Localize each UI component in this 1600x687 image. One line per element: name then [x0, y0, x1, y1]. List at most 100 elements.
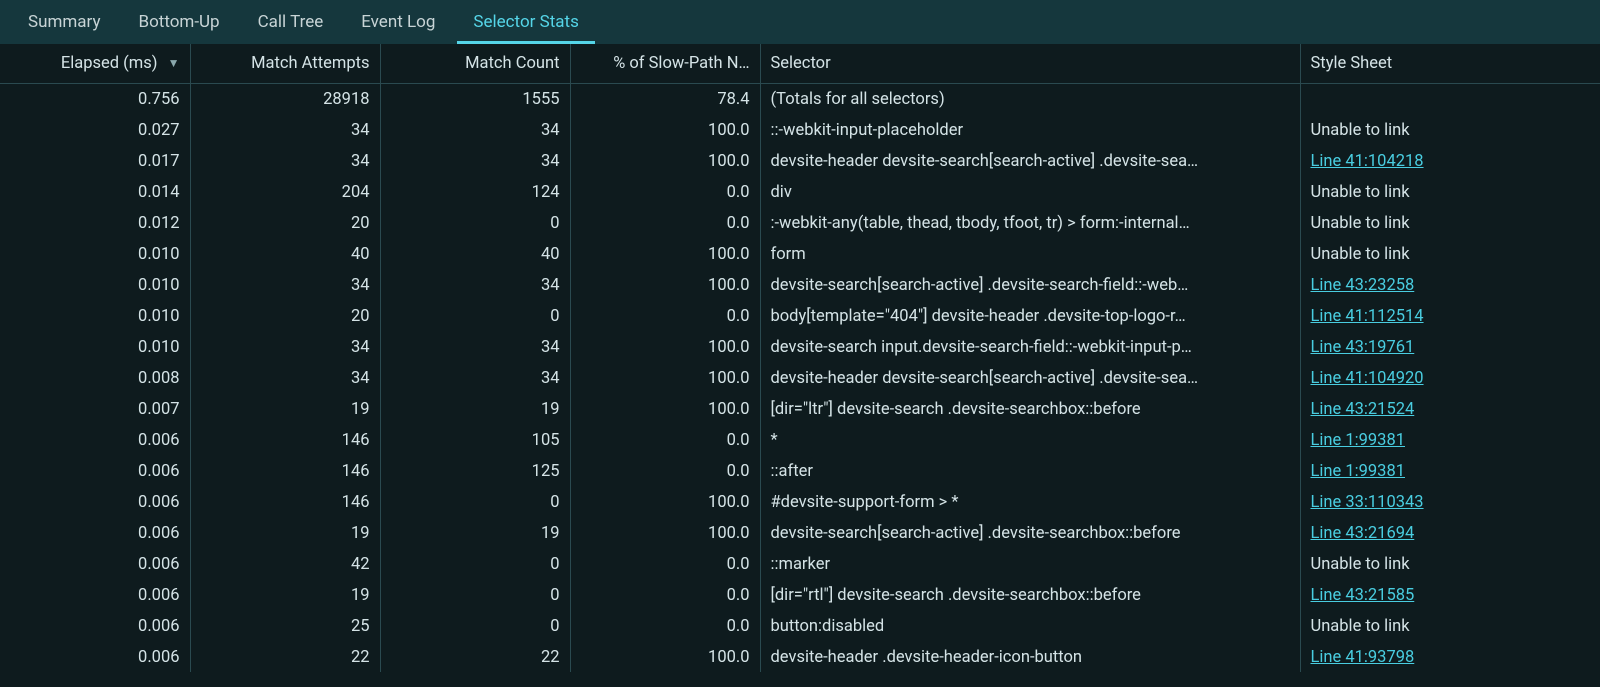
table-row[interactable]: 0.0142041240.0divUnable to link	[0, 176, 1600, 207]
cell-count: 0	[380, 579, 570, 610]
cell-sheet: Line 43:21694	[1300, 517, 1600, 548]
cell-selector: devsite-search[search-active] .devsite-s…	[760, 269, 1300, 300]
table-body: 0.75628918155578.4(Totals for all select…	[0, 83, 1600, 672]
stylesheet-link[interactable]: Line 43:21524	[1311, 400, 1415, 419]
stylesheet-link[interactable]: Line 1:99381	[1311, 462, 1406, 481]
tab-summary[interactable]: Summary	[12, 0, 116, 44]
stylesheet-link[interactable]: Line 41:93798	[1311, 648, 1415, 667]
col-header-selector[interactable]: Selector	[760, 44, 1300, 83]
stylesheet-link[interactable]: Line 43:23258	[1311, 276, 1415, 295]
cell-count: 19	[380, 393, 570, 424]
stylesheet-unable: Unable to link	[1311, 183, 1410, 202]
cell-count: 19	[380, 517, 570, 548]
table-row[interactable]: 0.75628918155578.4(Totals for all select…	[0, 83, 1600, 114]
stylesheet-link[interactable]: Line 43:19761	[1311, 338, 1415, 357]
table-row[interactable]: 0.0083434100.0devsite-header devsite-sea…	[0, 362, 1600, 393]
cell-slow: 0.0	[570, 579, 760, 610]
table-row[interactable]: 0.0071919100.0[dir="ltr"] devsite-search…	[0, 393, 1600, 424]
cell-elapsed: 0.006	[0, 548, 190, 579]
cell-selector: button:disabled	[760, 610, 1300, 641]
cell-attempts: 34	[190, 145, 380, 176]
cell-slow: 100.0	[570, 393, 760, 424]
tab-bottom-up[interactable]: Bottom-Up	[122, 0, 235, 44]
cell-attempts: 19	[190, 579, 380, 610]
table-row[interactable]: 0.0061460100.0#devsite-support-form > *L…	[0, 486, 1600, 517]
cell-elapsed: 0.006	[0, 610, 190, 641]
table-row[interactable]: 0.0103434100.0devsite-search[search-acti…	[0, 269, 1600, 300]
cell-selector: [dir="rtl"] devsite-search .devsite-sear…	[760, 579, 1300, 610]
col-header-attempts[interactable]: Match Attempts	[190, 44, 380, 83]
cell-slow: 100.0	[570, 269, 760, 300]
table-row[interactable]: 0.0103434100.0devsite-search input.devsi…	[0, 331, 1600, 362]
cell-selector: #devsite-support-form > *	[760, 486, 1300, 517]
cell-slow: 100.0	[570, 145, 760, 176]
table-row[interactable]: 0.0061461250.0::afterLine 1:99381	[0, 455, 1600, 486]
table-row[interactable]: 0.0061900.0[dir="rtl"] devsite-search .d…	[0, 579, 1600, 610]
col-header-sheet[interactable]: Style Sheet	[1300, 44, 1600, 83]
cell-count: 34	[380, 114, 570, 145]
table-row[interactable]: 0.0102000.0body[template="404"] devsite-…	[0, 300, 1600, 331]
cell-selector: div	[760, 176, 1300, 207]
stylesheet-link[interactable]: Line 33:110343	[1311, 493, 1424, 512]
cell-selector: ::marker	[760, 548, 1300, 579]
stylesheet-link[interactable]: Line 41:104920	[1311, 369, 1424, 388]
cell-sheet: Line 41:93798	[1300, 641, 1600, 672]
cell-sheet: Line 41:104218	[1300, 145, 1600, 176]
cell-count: 124	[380, 176, 570, 207]
table-row[interactable]: 0.0062222100.0devsite-header .devsite-he…	[0, 641, 1600, 672]
cell-selector: form	[760, 238, 1300, 269]
col-header-elapsed[interactable]: Elapsed (ms) ▼	[0, 44, 190, 83]
cell-elapsed: 0.756	[0, 83, 190, 114]
cell-sheet: Line 33:110343	[1300, 486, 1600, 517]
cell-selector: ::-webkit-input-placeholder	[760, 114, 1300, 145]
table-row[interactable]: 0.0061919100.0devsite-search[search-acti…	[0, 517, 1600, 548]
cell-sheet: Line 43:21524	[1300, 393, 1600, 424]
cell-slow: 100.0	[570, 517, 760, 548]
table-row[interactable]: 0.0173434100.0devsite-header devsite-sea…	[0, 145, 1600, 176]
tabs-bar: SummaryBottom-UpCall TreeEvent LogSelect…	[0, 0, 1600, 44]
table-row[interactable]: 0.0062500.0button:disabledUnable to link	[0, 610, 1600, 641]
table-row[interactable]: 0.0061461050.0*Line 1:99381	[0, 424, 1600, 455]
table-row[interactable]: 0.0273434100.0::-webkit-input-placeholde…	[0, 114, 1600, 145]
tab-event-log[interactable]: Event Log	[345, 0, 451, 44]
cell-elapsed: 0.006	[0, 579, 190, 610]
cell-sheet: Unable to link	[1300, 176, 1600, 207]
cell-slow: 0.0	[570, 455, 760, 486]
cell-count: 34	[380, 145, 570, 176]
cell-slow: 0.0	[570, 610, 760, 641]
cell-sheet: Line 43:19761	[1300, 331, 1600, 362]
tab-call-tree[interactable]: Call Tree	[242, 0, 340, 44]
cell-sheet: Line 1:99381	[1300, 455, 1600, 486]
cell-elapsed: 0.014	[0, 176, 190, 207]
stylesheet-link[interactable]: Line 41:104218	[1311, 152, 1424, 171]
col-header-slow[interactable]: % of Slow-Path N…	[570, 44, 760, 83]
stylesheet-link[interactable]: Line 43:21585	[1311, 586, 1415, 605]
cell-sheet: Line 1:99381	[1300, 424, 1600, 455]
stylesheet-link[interactable]: Line 1:99381	[1311, 431, 1406, 450]
cell-elapsed: 0.010	[0, 300, 190, 331]
cell-slow: 0.0	[570, 207, 760, 238]
cell-slow: 0.0	[570, 424, 760, 455]
selector-stats-table: Elapsed (ms) ▼ Match Attempts Match Coun…	[0, 44, 1600, 672]
cell-count: 34	[380, 362, 570, 393]
stylesheet-unable: Unable to link	[1311, 121, 1410, 140]
cell-count: 34	[380, 331, 570, 362]
cell-elapsed: 0.007	[0, 393, 190, 424]
cell-attempts: 40	[190, 238, 380, 269]
col-header-count[interactable]: Match Count	[380, 44, 570, 83]
cell-selector: body[template="404"] devsite-header .dev…	[760, 300, 1300, 331]
stylesheet-link[interactable]: Line 41:112514	[1311, 307, 1424, 326]
cell-attempts: 34	[190, 362, 380, 393]
stylesheet-link[interactable]: Line 43:21694	[1311, 524, 1415, 543]
cell-slow: 0.0	[570, 548, 760, 579]
cell-elapsed: 0.010	[0, 238, 190, 269]
cell-sheet: Unable to link	[1300, 207, 1600, 238]
cell-count: 1555	[380, 83, 570, 114]
cell-attempts: 146	[190, 424, 380, 455]
table-row[interactable]: 0.0104040100.0formUnable to link	[0, 238, 1600, 269]
cell-sheet: Unable to link	[1300, 548, 1600, 579]
table-row[interactable]: 0.0122000.0:-webkit-any(table, thead, tb…	[0, 207, 1600, 238]
cell-elapsed: 0.010	[0, 269, 190, 300]
tab-selector-stats[interactable]: Selector Stats	[457, 0, 594, 44]
table-row[interactable]: 0.0064200.0::markerUnable to link	[0, 548, 1600, 579]
